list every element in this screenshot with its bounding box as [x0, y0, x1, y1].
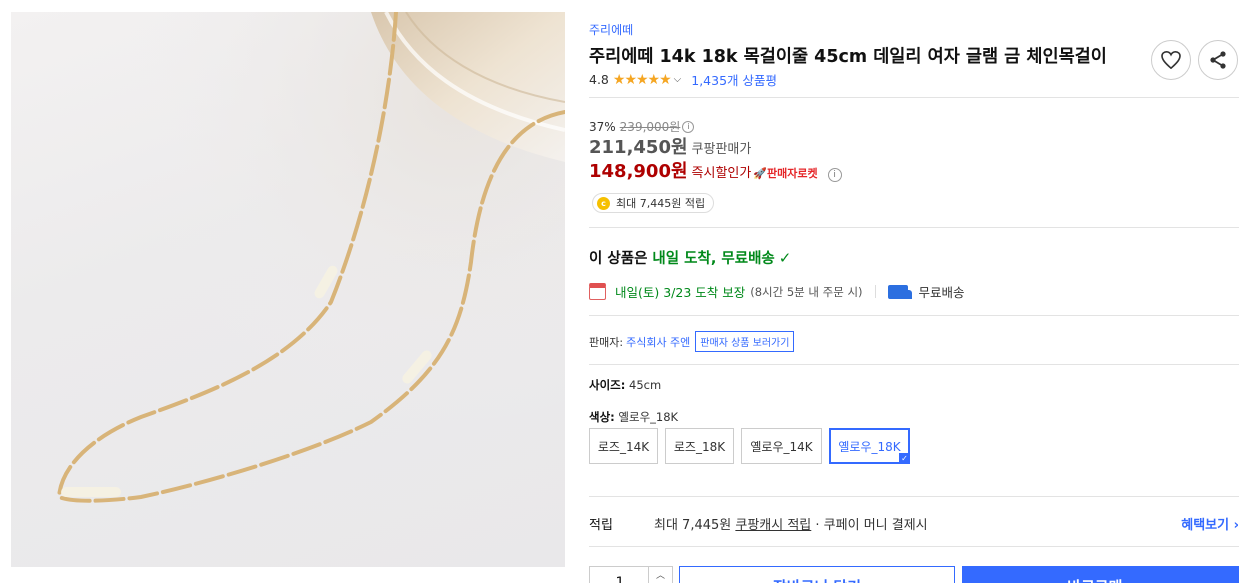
sale-price-label: 즉시할인가	[691, 166, 752, 181]
delivery-info-row: 내일(토) 3/23 도착 보장 (8시간 5분 내 주문 시) 무료배송	[589, 282, 965, 301]
color-option-rose-18k[interactable]: 로즈_18K	[665, 428, 734, 464]
reward-text: 최대 7,445원 쿠팡캐시 적립 · 쿠페이 머니 결제시	[654, 514, 928, 533]
quantity-value[interactable]: 1	[590, 575, 650, 583]
color-option-rose-14k[interactable]: 로즈_14K	[589, 428, 658, 464]
benefits-link[interactable]: 혜택보기 ›	[1181, 514, 1239, 533]
share-button[interactable]	[1198, 40, 1238, 80]
divider	[874, 285, 876, 298]
rating-row: 4.8 ★★★★★ ⌵ 1,435개 상품평	[589, 70, 777, 89]
like-button[interactable]	[1151, 40, 1191, 80]
reward-label: 적립	[589, 518, 613, 533]
review-count-link[interactable]: 1,435개 상품평	[691, 70, 777, 89]
size-value: 45cm	[629, 378, 662, 392]
seller-label: 판매자:	[589, 335, 624, 349]
seller-rocket-badge: 🚀판매자로켓	[753, 167, 818, 180]
divider	[589, 315, 1239, 316]
seller-price: 211,450원	[589, 137, 688, 158]
seller-name-link[interactable]: 주식회사 주엔	[626, 334, 690, 350]
calendar-icon	[589, 283, 606, 300]
color-options: 로즈_14K 로즈_18K 옐로우_14K 옐로우_18K ✓	[589, 428, 910, 464]
check-icon: ✓	[778, 248, 792, 267]
delivery-date: 내일(토) 3/23 도착 보장	[615, 285, 746, 300]
rating-score: 4.8	[589, 72, 609, 87]
coupang-cash-link[interactable]: 쿠팡캐시 적립	[735, 518, 811, 533]
discount-rate: 37%	[589, 119, 616, 134]
color-option-yellow-18k[interactable]: 옐로우_18K ✓	[829, 428, 910, 464]
divider	[589, 364, 1239, 365]
cash-reward-text: 최대 7,445원 적립	[616, 197, 706, 210]
sale-price: 148,900원	[589, 161, 688, 182]
buy-now-button[interactable]: 바로구매 ›	[962, 566, 1239, 583]
info-icon[interactable]: i	[682, 120, 695, 133]
divider	[589, 227, 1239, 228]
chevron-up-icon[interactable]: ︿	[648, 567, 672, 583]
brand-link[interactable]: 주리에떼	[589, 21, 633, 38]
free-shipping: 무료배송	[918, 285, 965, 300]
size-option: 사이즈: 45cm	[589, 377, 661, 393]
delivery-headline-highlight: 내일 도착, 무료배송	[652, 251, 775, 267]
seller-products-button[interactable]: 판매자 상품 보러가기	[695, 331, 795, 352]
cash-reward-badge: c 최대 7,445원 적립	[592, 193, 715, 213]
divider	[589, 546, 1239, 547]
sale-price-row: 148,900원 즉시할인가 🚀판매자로켓 i	[589, 157, 842, 183]
color-option-label: 색상: 옐로우_18K	[589, 409, 678, 425]
share-icon	[1210, 51, 1226, 69]
delivery-note: (8시간 5분 내 주문 시)	[750, 284, 863, 299]
product-info-panel: 주리에떼 주리에떼 14k 18k 목걸이줄 45cm 데일리 여자 글램 금 …	[589, 0, 1239, 583]
info-icon[interactable]: i	[827, 168, 842, 182]
color-value: 옐로우_18K	[618, 410, 679, 424]
product-image	[11, 12, 565, 567]
divider	[589, 496, 1239, 497]
heart-icon	[1161, 51, 1181, 69]
add-to-cart-button[interactable]: 장바구니 담기	[679, 566, 955, 583]
star-rating-icon[interactable]: ★★★★★	[613, 72, 672, 88]
delivery-headline-prefix: 이 상품은	[589, 251, 648, 267]
seller-price-label: 쿠팡판매가	[691, 142, 752, 157]
truck-icon	[887, 284, 912, 299]
size-label: 사이즈:	[589, 378, 626, 392]
checkmark-icon: ✓	[899, 453, 910, 464]
product-title: 주리에떼 14k 18k 목걸이줄 45cm 데일리 여자 글램 금 체인목걸이	[589, 47, 1107, 67]
seller-row: 판매자: 주식회사 주엔 판매자 상품 보러가기	[589, 331, 795, 352]
reward-condition: · 쿠페이 머니 결제시	[815, 518, 928, 533]
color-option-yellow-14k[interactable]: 옐로우_14K	[741, 428, 822, 464]
seller-price-row: 211,450원 쿠팡판매가	[589, 133, 751, 159]
coin-icon: c	[597, 196, 610, 210]
color-option-label: 옐로우_18K	[838, 439, 901, 454]
divider	[589, 97, 1239, 98]
reward-amount: 최대 7,445원	[654, 518, 732, 533]
chevron-down-icon[interactable]: ⌵	[674, 74, 682, 85]
quantity-stepper[interactable]: 1 ︿	[589, 566, 673, 583]
delivery-headline: 이 상품은 내일 도착, 무료배송 ✓	[589, 247, 791, 268]
color-label: 색상:	[589, 410, 615, 424]
